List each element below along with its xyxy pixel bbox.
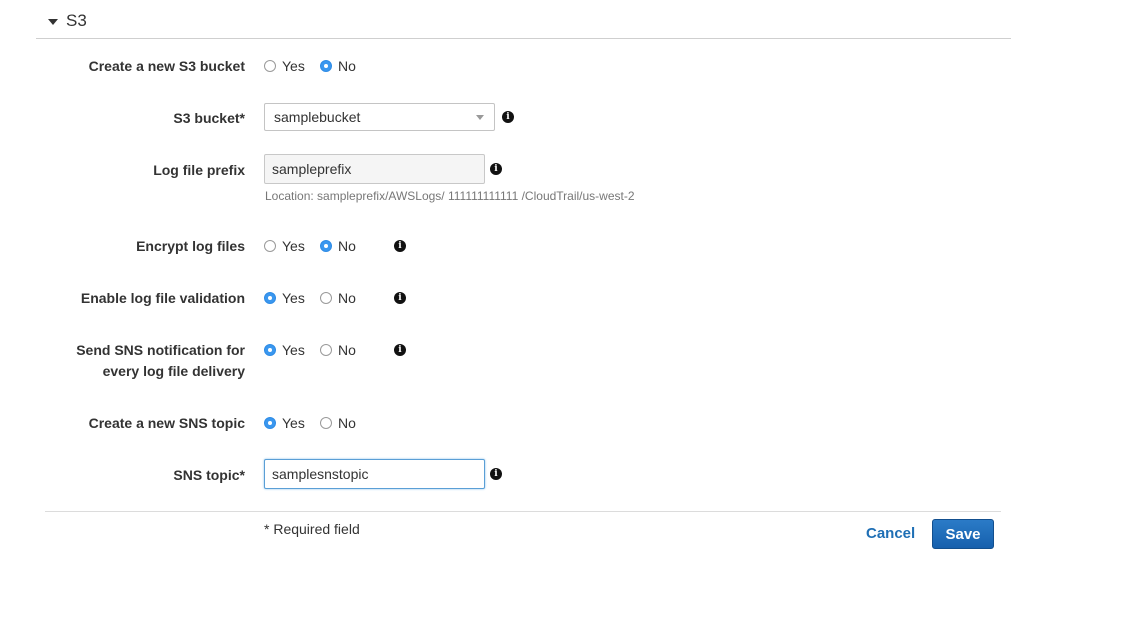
create-bucket-radio-group: Yes No xyxy=(264,56,368,76)
cancel-button[interactable]: Cancel xyxy=(866,525,915,542)
sns-notify-label-line2: every log file delivery xyxy=(102,363,245,379)
option-label: No xyxy=(338,238,356,254)
radio-button-selected[interactable] xyxy=(320,240,332,252)
create-bucket-no-option[interactable]: No xyxy=(320,58,356,74)
radio-button[interactable] xyxy=(264,60,276,72)
info-icon[interactable]: i xyxy=(394,292,406,304)
sns-notify-label: Send SNS notification for every log file… xyxy=(25,340,245,382)
info-icon[interactable]: i xyxy=(394,344,406,356)
encrypt-radio-group: Yes No xyxy=(264,236,368,256)
encrypt-no-option[interactable]: No xyxy=(320,238,356,254)
option-label: No xyxy=(338,342,356,358)
option-label: Yes xyxy=(282,290,305,306)
option-label: Yes xyxy=(282,342,305,358)
dropdown-arrow-icon xyxy=(476,115,484,120)
radio-button[interactable] xyxy=(264,240,276,252)
option-label: Yes xyxy=(282,238,305,254)
s3-bucket-label: S3 bucket* xyxy=(173,110,245,126)
radio-button[interactable] xyxy=(320,344,332,356)
save-button[interactable]: Save xyxy=(932,519,994,549)
option-label: Yes xyxy=(282,415,305,431)
encrypt-label: Encrypt log files xyxy=(136,238,245,254)
option-label: No xyxy=(338,415,356,431)
section-title: S3 xyxy=(66,11,87,30)
create-sns-no-option[interactable]: No xyxy=(320,415,356,431)
info-icon[interactable]: i xyxy=(490,163,502,175)
radio-button-selected[interactable] xyxy=(320,60,332,72)
s3-bucket-value: samplebucket xyxy=(274,109,361,125)
validation-yes-option[interactable]: Yes xyxy=(264,290,314,306)
log-location-hint: Location: sampleprefix/AWSLogs/ 11111111… xyxy=(265,189,635,203)
log-prefix-input[interactable]: sampleprefix xyxy=(264,154,485,184)
option-label: No xyxy=(338,290,356,306)
validation-label: Enable log file validation xyxy=(80,290,245,306)
radio-button-selected[interactable] xyxy=(264,417,276,429)
create-sns-label: Create a new SNS topic xyxy=(88,415,245,431)
validation-no-option[interactable]: No xyxy=(320,290,356,306)
sns-notify-no-option[interactable]: No xyxy=(320,342,356,358)
option-label: Yes xyxy=(282,58,305,74)
sns-notify-radio-group: Yes No xyxy=(264,340,368,360)
radio-button-selected[interactable] xyxy=(264,344,276,356)
option-label: No xyxy=(338,58,356,74)
sns-topic-input[interactable]: samplesnstopic xyxy=(264,459,485,489)
radio-button-selected[interactable] xyxy=(264,292,276,304)
s3-bucket-select[interactable]: samplebucket xyxy=(264,103,495,131)
section-toggle-s3[interactable]: S3 xyxy=(48,8,87,34)
radio-button[interactable] xyxy=(320,292,332,304)
create-bucket-label: Create a new S3 bucket xyxy=(88,58,245,74)
encrypt-yes-option[interactable]: Yes xyxy=(264,238,314,254)
sns-notify-yes-option[interactable]: Yes xyxy=(264,342,314,358)
log-prefix-label: Log file prefix xyxy=(153,162,245,178)
create-sns-yes-option[interactable]: Yes xyxy=(264,415,314,431)
divider xyxy=(36,38,1011,39)
caret-down-icon xyxy=(48,18,58,25)
divider xyxy=(45,511,1001,512)
validation-radio-group: Yes No xyxy=(264,288,368,308)
create-bucket-yes-option[interactable]: Yes xyxy=(264,58,314,74)
info-icon[interactable]: i xyxy=(502,111,514,123)
sns-topic-label: SNS topic* xyxy=(173,467,245,483)
required-field-note: * Required field xyxy=(264,521,360,537)
radio-button[interactable] xyxy=(320,417,332,429)
sns-notify-label-line1: Send SNS notification for xyxy=(76,342,245,358)
info-icon[interactable]: i xyxy=(490,468,502,480)
create-sns-radio-group: Yes No xyxy=(264,413,368,433)
info-icon[interactable]: i xyxy=(394,240,406,252)
